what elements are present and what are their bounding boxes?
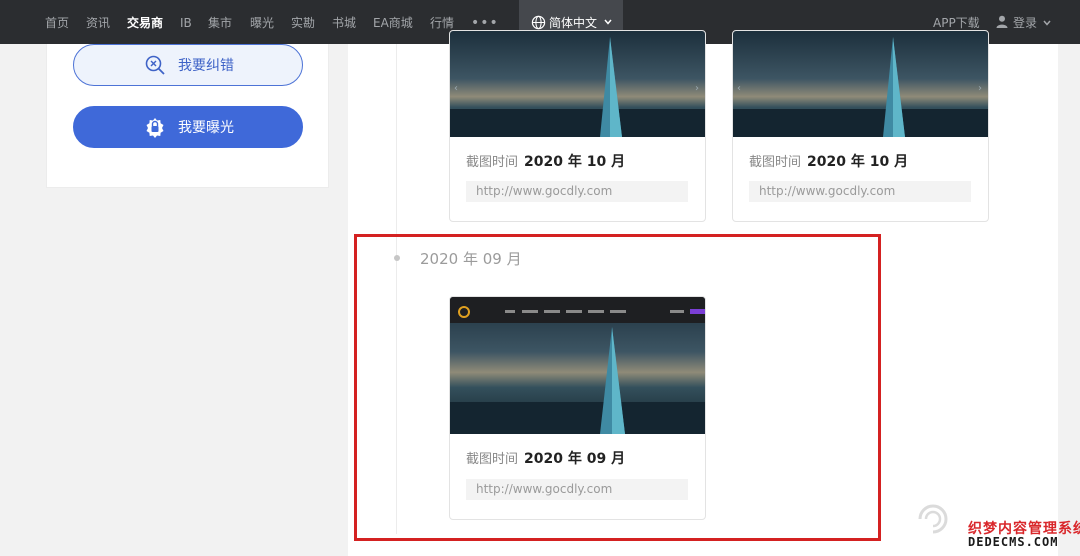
svg-text:‹: ‹ — [737, 83, 741, 94]
screenshot-caption: 截图时间 2020 年 10 月 — [749, 151, 908, 171]
nav-item-news[interactable]: 资讯 — [86, 0, 110, 44]
globe-icon — [531, 15, 546, 30]
alert-badge-icon — [146, 118, 164, 138]
nav-item-ea-mall[interactable]: EA商城 — [373, 0, 413, 44]
site-screenshot-thumbnail[interactable]: ‹ › — [450, 31, 705, 137]
chevron-down-icon — [604, 19, 612, 25]
report-error-button[interactable]: 我要纠错 — [73, 44, 303, 86]
nav-item-market[interactable]: 集市 — [208, 0, 232, 44]
screenshot-url: http://www.gocdly.com — [466, 181, 688, 202]
nav-item-home[interactable]: 首页 — [45, 0, 69, 44]
screenshot-card[interactable]: ‹ › 截图时间 2020 年 10 月 http://www.gocdly.co… — [449, 30, 706, 222]
svg-text:‹: ‹ — [454, 83, 458, 94]
caption-label: 截图时间 — [749, 155, 802, 170]
nav-item-survey[interactable]: 实勘 — [291, 0, 315, 44]
svg-text:›: › — [695, 83, 699, 94]
screenshot-date: 2020 年 10 月 — [807, 154, 909, 170]
expose-button[interactable]: 我要曝光 — [73, 106, 303, 148]
screenshot-caption: 截图时间 2020 年 10 月 — [466, 151, 625, 171]
user-icon — [996, 15, 1008, 28]
nav-item-brokers[interactable]: 交易商 — [127, 0, 163, 44]
screenshot-url: http://www.gocdly.com — [749, 181, 971, 202]
screenshot-date: 2020 年 10 月 — [524, 154, 626, 170]
chevron-down-icon — [1043, 20, 1051, 26]
caption-label: 截图时间 — [466, 155, 519, 170]
site-screenshot-thumbnail[interactable]: ‹ › — [733, 31, 988, 137]
report-error-label: 我要纠错 — [178, 58, 234, 74]
nav-item-exposure[interactable]: 曝光 — [250, 0, 274, 44]
watermark-domain: DEDECMS.COM — [968, 535, 1059, 549]
screenshot-card[interactable]: ‹ › 截图时间 2020 年 10 月 http://www.gocdly.co… — [732, 30, 989, 222]
expose-label: 我要曝光 — [178, 120, 234, 136]
nav-item-ib[interactable]: IB — [180, 0, 192, 44]
nav-item-bookstore[interactable]: 书城 — [332, 0, 356, 44]
svg-text:›: › — [978, 83, 982, 94]
highlight-annotation-box — [354, 234, 881, 541]
watermark-logo-icon — [918, 504, 948, 534]
login-link[interactable]: 登录 — [1013, 0, 1037, 44]
search-correct-icon — [145, 55, 165, 75]
